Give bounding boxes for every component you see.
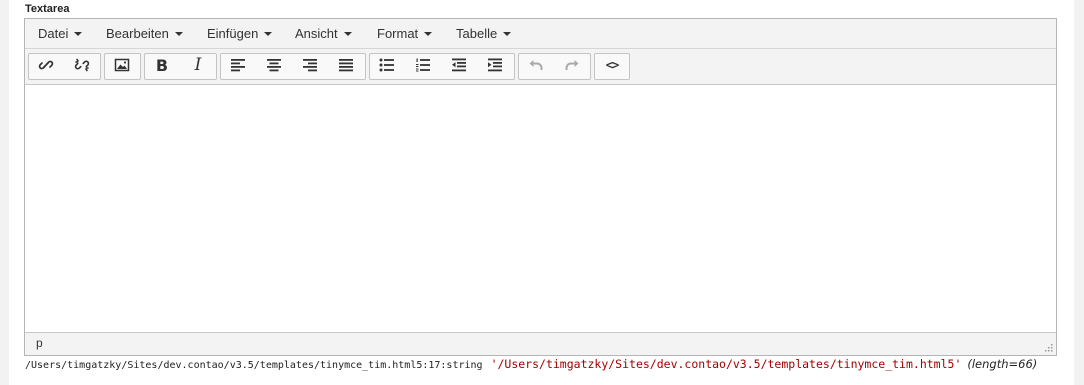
- element-path[interactable]: p: [36, 336, 43, 350]
- align-right-button[interactable]: [295, 52, 325, 78]
- menu-datei[interactable]: Datei: [38, 19, 83, 48]
- menu-bearbeiten[interactable]: Bearbeiten: [106, 19, 183, 48]
- menu-ansicht[interactable]: Ansicht: [295, 19, 352, 48]
- caret-down-icon: [74, 31, 83, 36]
- menu-format[interactable]: Format: [377, 19, 433, 48]
- toolbar: B I <>: [25, 49, 1056, 85]
- menu-label: Einfügen: [207, 26, 259, 41]
- menu-label: Datei: [38, 26, 69, 41]
- undo-button[interactable]: [521, 52, 551, 78]
- source-code-button[interactable]: <>: [597, 52, 627, 78]
- redo-icon: [565, 60, 579, 70]
- align-justify-icon: [339, 59, 353, 72]
- field-label: Textarea: [25, 3, 70, 15]
- link-icon: [38, 60, 54, 70]
- menu-label: Format: [377, 26, 419, 41]
- link-button[interactable]: [31, 52, 61, 78]
- menu-label: Tabelle: [456, 26, 498, 41]
- menu-einfuegen[interactable]: Einfügen: [207, 19, 273, 48]
- image-button[interactable]: [107, 52, 137, 78]
- indent-icon: [488, 58, 502, 72]
- bullet-list-icon: [379, 58, 394, 72]
- numbered-list-icon: [416, 58, 430, 72]
- align-left-button[interactable]: [223, 52, 253, 78]
- unlink-button[interactable]: [67, 52, 97, 78]
- menu-tabelle[interactable]: Tabelle: [456, 19, 512, 48]
- align-center-button[interactable]: [259, 52, 289, 78]
- bullet-list-button[interactable]: [372, 52, 402, 78]
- italic-button[interactable]: I: [183, 52, 213, 78]
- debug-string-value: '/Users/timgatzky/Sites/dev.contao/v3.5/…: [490, 357, 962, 371]
- align-center-icon: [267, 59, 281, 72]
- statusbar: p: [25, 332, 1056, 355]
- undo-icon: [529, 60, 543, 70]
- italic-icon: I: [194, 55, 202, 75]
- align-right-icon: [303, 59, 317, 72]
- caret-down-icon: [503, 31, 512, 36]
- debug-output: /Users/timgatzky/Sites/dev.contao/v3.5/t…: [25, 357, 1037, 371]
- editor-content-area[interactable]: [25, 85, 1056, 333]
- align-justify-button[interactable]: [331, 52, 361, 78]
- image-icon: [114, 58, 130, 72]
- bold-icon: B: [155, 55, 169, 75]
- caret-down-icon: [264, 31, 273, 36]
- bold-button[interactable]: B: [147, 52, 177, 78]
- outdent-button[interactable]: [444, 52, 474, 78]
- caret-down-icon: [343, 31, 352, 36]
- redo-button[interactable]: [557, 52, 587, 78]
- source-code-icon: <>: [605, 58, 619, 72]
- unlink-icon: [74, 58, 90, 72]
- caret-down-icon: [174, 31, 183, 36]
- debug-location: /Users/timgatzky/Sites/dev.contao/v3.5/t…: [25, 360, 483, 371]
- resize-grip-icon[interactable]: [1044, 343, 1053, 352]
- outdent-icon: [452, 58, 466, 72]
- debug-length: (length=66): [967, 357, 1038, 371]
- menubar: Datei Bearbeiten Einfügen Ansicht Format…: [25, 19, 1056, 49]
- caret-down-icon: [424, 31, 433, 36]
- align-left-icon: [231, 59, 245, 72]
- menu-label: Bearbeiten: [106, 26, 169, 41]
- numbered-list-button[interactable]: [408, 52, 438, 78]
- indent-button[interactable]: [480, 52, 510, 78]
- tinymce-editor: Datei Bearbeiten Einfügen Ansicht Format…: [24, 18, 1057, 356]
- menu-label: Ansicht: [295, 26, 338, 41]
